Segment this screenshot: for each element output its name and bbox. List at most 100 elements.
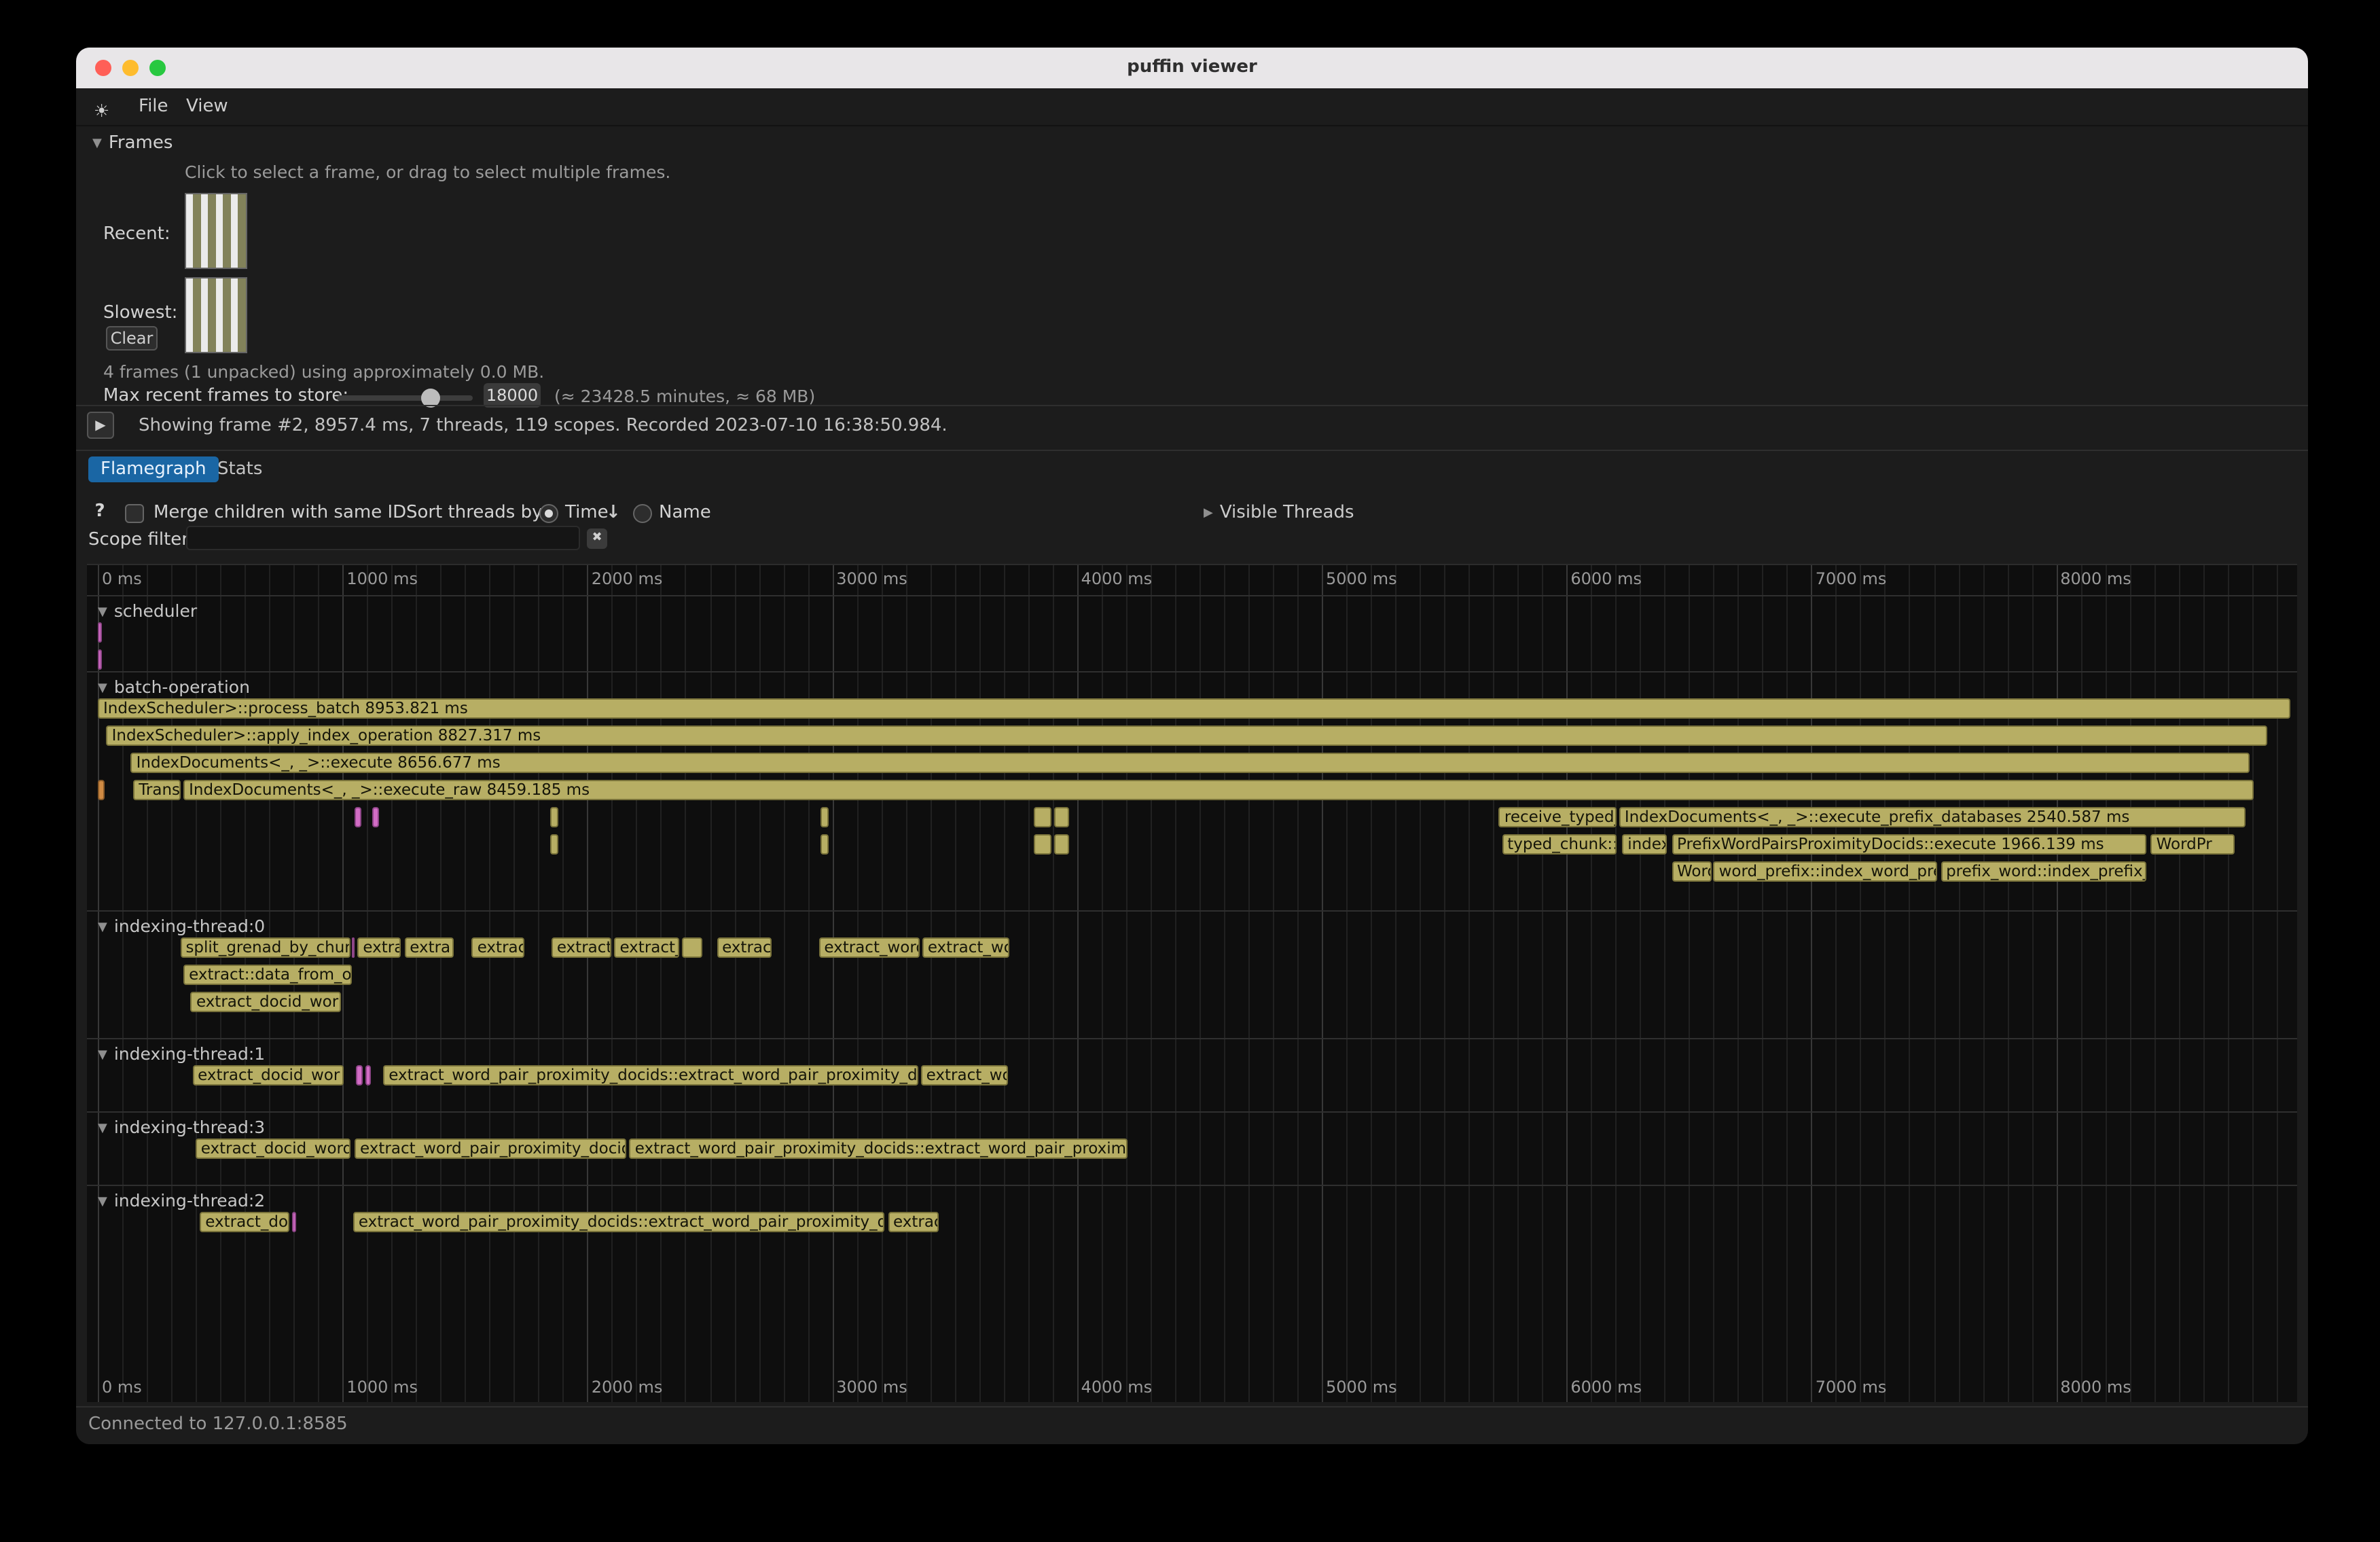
scope-bar[interactable]: extra — [404, 937, 454, 958]
menu-file[interactable]: File — [139, 96, 168, 117]
time-gridline — [1542, 565, 1543, 1402]
clear-button[interactable]: Clear — [106, 326, 158, 351]
scope-bar[interactable]: extract_docid_wor — [191, 992, 341, 1012]
scope-bar[interactable] — [352, 937, 355, 958]
scope-bar[interactable] — [550, 807, 559, 827]
scope-bar[interactable] — [821, 834, 829, 855]
time-gridline — [2080, 565, 2082, 1402]
scope-bar[interactable]: Word — [1672, 861, 1711, 882]
tab-stats[interactable]: Stats — [205, 456, 274, 482]
time-gridline — [857, 565, 858, 1402]
recent-frames-thumbnail[interactable] — [185, 193, 247, 269]
clear-filter-button[interactable]: ✖ — [587, 528, 607, 549]
scope-bar[interactable]: extract_doc — [200, 1212, 290, 1232]
scope-bar[interactable] — [356, 1065, 362, 1086]
scope-bar[interactable]: extract_wo — [921, 1065, 1008, 1086]
thread-header-indexing-thread:1[interactable]: ▼indexing-thread:1 — [98, 1043, 265, 1064]
scope-bar[interactable]: extrac — [472, 937, 524, 958]
sort-time-label: Time — [565, 503, 609, 523]
time-tick-label: 2000 ms — [592, 569, 663, 588]
scope-bar[interactable] — [373, 807, 379, 827]
play-icon: ▶ — [95, 418, 105, 433]
flamegraph-canvas[interactable]: 0 ms0 ms1000 ms1000 ms2000 ms2000 ms3000… — [87, 564, 2297, 1402]
collapse-icon: ▼ — [98, 1196, 107, 1209]
time-gridline — [2203, 565, 2204, 1402]
visible-threads-toggle[interactable]: ▶Visible Threads — [1204, 503, 1354, 523]
scope-bar[interactable]: extract_docid_word — [196, 1138, 350, 1159]
play-button[interactable]: ▶ — [87, 412, 114, 439]
thread-separator — [87, 1185, 2297, 1186]
help-button[interactable]: ? — [88, 500, 111, 523]
scope-bar[interactable]: receive_typed_ — [1499, 807, 1616, 827]
time-gridline — [1934, 565, 1935, 1402]
thread-header-batch-operation[interactable]: ▼batch-operation — [98, 677, 250, 697]
scope-bar[interactable]: IndexDocuments<_, _>::execute_prefix_dat… — [1619, 807, 2246, 827]
scope-bar[interactable]: IndexScheduler>::apply_index_operation 8… — [107, 725, 2267, 746]
scope-bar[interactable] — [365, 1065, 372, 1086]
time-gridline — [588, 565, 589, 1402]
time-gridline — [612, 565, 613, 1402]
scope-bar[interactable]: extract — [357, 937, 401, 958]
sort-name-radio[interactable] — [633, 504, 652, 523]
merge-children-checkbox[interactable] — [125, 504, 144, 523]
sort-time-radio[interactable] — [539, 504, 558, 523]
scope-bar[interactable] — [98, 649, 101, 670]
scope-bar[interactable]: prefix_word::index_prefix_wo — [1941, 861, 2146, 882]
scope-bar[interactable]: extract_word_pair_proximity_docids::extr… — [630, 1138, 1128, 1159]
frames-section-toggle[interactable]: ▼Frames — [92, 133, 173, 154]
time-gridline — [514, 565, 516, 1402]
scope-bar[interactable]: extract::data_from_ob — [183, 965, 352, 985]
menu-view[interactable]: View — [186, 96, 228, 117]
scope-bar[interactable]: extract_ — [614, 937, 679, 958]
time-tick-label: 8000 ms — [2060, 1378, 2131, 1397]
scope-bar[interactable] — [550, 834, 559, 855]
time-gridline — [1126, 565, 1128, 1402]
recent-label: Recent: — [103, 224, 170, 245]
scope-bar[interactable] — [682, 937, 703, 958]
scope-bar[interactable] — [1054, 807, 1069, 827]
scope-bar[interactable]: word_prefix::index_word_prefix_ — [1714, 861, 1938, 882]
scope-bar[interactable]: typed_chunk::w — [1502, 834, 1616, 855]
scope-bar[interactable]: extract_word_pair_proximity_docids::extr… — [383, 1065, 918, 1086]
scope-bar[interactable] — [355, 807, 361, 827]
thread-header-indexing-thread:0[interactable]: ▼indexing-thread:0 — [98, 916, 265, 936]
max-frames-note: (≈ 23428.5 minutes, ≈ 68 MB) — [554, 386, 815, 406]
time-gridline — [1665, 565, 1666, 1402]
thread-header-indexing-thread:3[interactable]: ▼indexing-thread:3 — [98, 1117, 265, 1137]
scope-bar[interactable] — [1054, 834, 1069, 855]
scope-bar[interactable]: Trans — [133, 780, 181, 800]
scope-bar[interactable]: index — [1622, 834, 1667, 855]
time-gridline — [2105, 565, 2106, 1402]
scope-bar[interactable]: extract — [717, 937, 772, 958]
time-gridline — [808, 565, 809, 1402]
thread-header-scheduler[interactable]: ▼scheduler — [98, 600, 197, 621]
scope-bar[interactable]: extract_ — [552, 937, 611, 958]
max-frames-value[interactable]: 18000 — [484, 383, 541, 408]
scope-bar[interactable]: PrefixWordPairsProximityDocids::execute … — [1672, 834, 2146, 855]
scope-bar[interactable]: split_grenad_by_chun — [180, 937, 350, 958]
scope-bar[interactable]: extrac — [888, 1212, 939, 1232]
scope-bar[interactable]: extract_docid_wor — [192, 1065, 344, 1086]
tab-flamegraph[interactable]: Flamegraph — [88, 456, 219, 482]
scope-bar[interactable] — [98, 780, 104, 800]
slowest-frames-thumbnail[interactable] — [185, 277, 247, 353]
scope-bar[interactable] — [821, 807, 829, 827]
scope-bar[interactable]: extract_word_pair_proximity_docids — [355, 1138, 626, 1159]
scope-bar[interactable]: extract_word — [818, 937, 919, 958]
separator — [76, 1406, 2308, 1407]
scope-bar[interactable] — [1033, 807, 1051, 827]
scope-bar[interactable] — [1033, 834, 1051, 855]
scope-bar[interactable]: IndexDocuments<_, _>::execute_raw 8459.1… — [183, 780, 2254, 800]
time-gridline — [2007, 565, 2008, 1402]
scope-bar[interactable]: IndexScheduler>::process_batch 8953.821 … — [98, 698, 2290, 719]
scope-filter-input[interactable] — [186, 526, 580, 550]
scope-bar[interactable]: WordPr — [2151, 834, 2235, 855]
scope-bar[interactable]: extract_word_pair_proximity_docids::extr… — [353, 1212, 885, 1232]
scope-bar[interactable] — [98, 622, 101, 643]
scope-bar[interactable] — [291, 1212, 296, 1232]
sort-direction-icon[interactable]: ↓ — [606, 503, 621, 523]
scope-bar[interactable]: IndexDocuments<_, _>::execute 8656.677 m… — [131, 753, 2250, 773]
scope-bar[interactable]: extract_wo — [922, 937, 1009, 958]
thread-header-indexing-thread:2[interactable]: ▼indexing-thread:2 — [98, 1190, 265, 1211]
max-frames-slider[interactable] — [337, 395, 473, 401]
